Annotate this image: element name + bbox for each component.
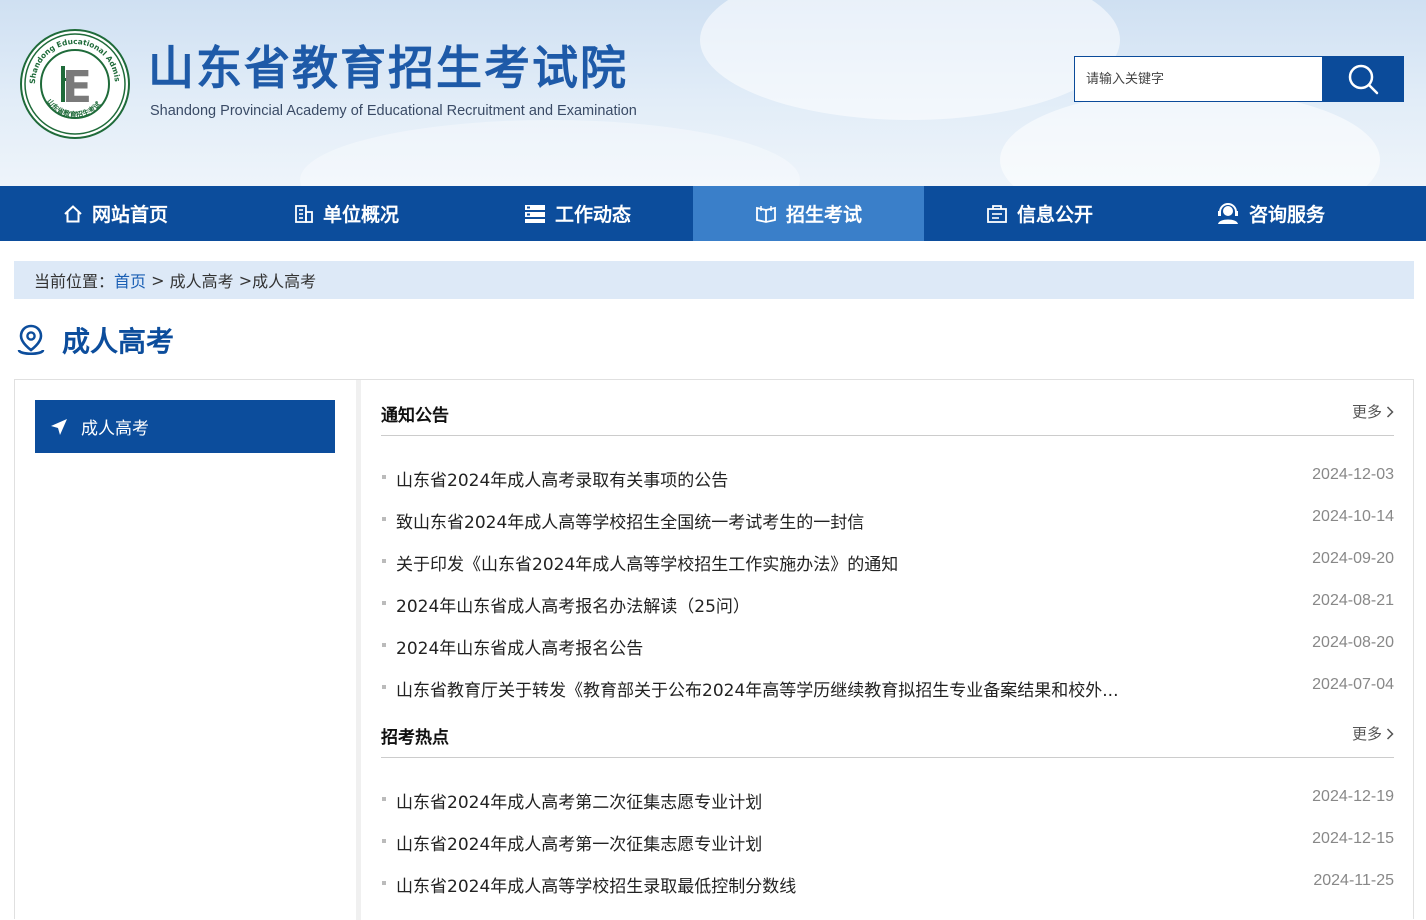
- list-item-title[interactable]: 2024年山东省成人高考报名办法解读（25问）: [396, 592, 750, 617]
- bullet-icon: [382, 475, 386, 479]
- list-item-title[interactable]: 山东省2024年成人高考录取有关事项的公告: [396, 466, 728, 491]
- book-icon: [756, 205, 776, 223]
- more-link[interactable]: 更多: [1352, 401, 1394, 422]
- bullet-icon: [382, 601, 386, 605]
- notice-block: 通知公告 更多 山东省2024年成人高考录取有关事项的公告 2024-12-03 …: [381, 380, 1394, 708]
- nav-item-about[interactable]: 单位概况: [231, 186, 462, 241]
- site-logo-emblem[interactable]: Shandong Educational Admission & Examina…: [15, 21, 131, 140]
- nav-item-label: 招生考试: [785, 204, 862, 226]
- more-link-label: 更多: [1351, 403, 1382, 421]
- site-header: Shandong Educational Admission & Examina…: [0, 0, 1426, 186]
- list-item-date: 2024-07-04: [1312, 676, 1394, 693]
- emblem-letter: E: [62, 62, 92, 113]
- list-item-date: 2024-08-20: [1312, 634, 1394, 651]
- send-arrow-icon: [51, 418, 67, 435]
- list-item[interactable]: 关于印发《山东省2024年成人高等学校招生工作实施办法》的通知 2024-09-2…: [381, 540, 1394, 582]
- nav-item-home[interactable]: 网站首页: [0, 186, 231, 241]
- list-item[interactable]: 2024年山东省成人高考报名办法解读（25问） 2024-08-21: [381, 582, 1394, 624]
- search-box: [1074, 56, 1404, 102]
- column-divider: [356, 380, 361, 920]
- bullet-icon: [382, 881, 386, 885]
- block-title: 招考热点: [381, 728, 449, 748]
- bullet-icon: [382, 685, 386, 689]
- more-link[interactable]: 更多: [1352, 723, 1394, 744]
- breadcrumb-prefix: 当前位置：: [34, 272, 115, 291]
- site-title[interactable]: 山东省教育招生考试院: [148, 40, 628, 96]
- breadcrumb-separator: >: [233, 270, 253, 290]
- location-pin-icon: [17, 324, 45, 356]
- block-title: 通知公告: [381, 406, 449, 426]
- search-button[interactable]: [1322, 56, 1403, 102]
- chevron-right-icon: [1386, 405, 1394, 418]
- list-item[interactable]: 致山东省2024年成人高等学校招生全国统一考试考生的一封信 2024-10-14: [381, 498, 1394, 540]
- nav-item-label: 信息公开: [1016, 204, 1093, 226]
- list-item-date: 2024-08-21: [1312, 592, 1394, 609]
- breadcrumb: 当前位置： 首页 > 成人高考 > 成人高考: [14, 261, 1414, 299]
- list-item-title[interactable]: 2024年山东省成人高考报名公告: [396, 634, 643, 659]
- list-item-date: 2024-12-03: [1312, 466, 1394, 483]
- header-cloud-decoration: [300, 120, 800, 186]
- bullet-icon: [382, 839, 386, 843]
- nav-item-consult[interactable]: 咨询服务: [1155, 186, 1386, 241]
- bullet-icon: [382, 643, 386, 647]
- bullet-icon: [382, 517, 386, 521]
- list-item-date: 2024-09-20: [1312, 550, 1394, 567]
- nav-item-label: 工作动态: [554, 204, 631, 226]
- home-icon: [64, 204, 82, 222]
- list-item-title[interactable]: 山东省教育厅关于转发《教育部关于公布2024年高等学历继续教育拟招生专业备案结果…: [396, 676, 1118, 701]
- support-icon: [1217, 202, 1238, 224]
- breadcrumb-home-link[interactable]: 首页: [114, 268, 146, 292]
- breadcrumb-separator: >: [146, 270, 170, 290]
- section-title: 成人高考: [62, 325, 175, 358]
- bullet-icon: [382, 559, 386, 563]
- list-item-title[interactable]: 致山东省2024年成人高等学校招生全国统一考试考生的一封信: [396, 508, 864, 533]
- main-nav: 网站首页 单位概况 工作动态 招生考试 信息公开 咨询服务: [0, 186, 1426, 241]
- more-link-label: 更多: [1351, 725, 1382, 743]
- search-input[interactable]: [1075, 57, 1323, 101]
- site-subtitle: Shandong Provincial Academy of Education…: [150, 103, 637, 119]
- header-cloud-decoration: [1000, 90, 1380, 186]
- block-header: 通知公告 更多: [381, 380, 1394, 436]
- list-item[interactable]: 2024年山东省成人高考报名公告 2024-08-20: [381, 624, 1394, 666]
- breadcrumb-level1-link[interactable]: 成人高考: [170, 268, 234, 292]
- search-icon: [1348, 64, 1378, 95]
- nav-item-info[interactable]: 信息公开: [924, 186, 1155, 241]
- building-icon: [295, 204, 313, 223]
- header-cloud-decoration: [700, 0, 1120, 120]
- sidebar-item-adult-exam[interactable]: 成人高考: [35, 400, 335, 453]
- list-item-date: 2024-10-14: [1312, 508, 1394, 525]
- hotspot-list: 山东省2024年成人高考第二次征集志愿专业计划 2024-12-19 山东省202…: [381, 758, 1394, 904]
- list-item-title[interactable]: 山东省2024年成人高等学校招生录取最低控制分数线: [396, 872, 796, 897]
- nav-item-label: 网站首页: [91, 204, 168, 226]
- breadcrumb-current: 成人高考: [252, 272, 317, 291]
- nav-item-news[interactable]: 工作动态: [462, 186, 693, 241]
- list-item-title[interactable]: 山东省2024年成人高考第二次征集志愿专业计划: [396, 788, 762, 813]
- list-item-date: 2024-12-19: [1312, 788, 1394, 805]
- hotspot-block: 招考热点 更多 山东省2024年成人高考第二次征集志愿专业计划 2024-12-1…: [381, 702, 1394, 904]
- news-icon: [524, 204, 545, 223]
- list-item[interactable]: 山东省2024年成人高等学校招生录取最低控制分数线 2024-11-25: [381, 862, 1394, 904]
- list-item[interactable]: 山东省2024年成人高考录取有关事项的公告 2024-12-03: [381, 456, 1394, 498]
- nav-item-exams[interactable]: 招生考试: [693, 186, 924, 241]
- block-header: 招考热点 更多: [381, 702, 1394, 758]
- nav-item-label: 单位概况: [322, 204, 399, 226]
- chevron-right-icon: [1386, 727, 1394, 740]
- list-item-title[interactable]: 关于印发《山东省2024年成人高等学校招生工作实施办法》的通知: [396, 550, 898, 575]
- info-box-icon: [987, 204, 1007, 223]
- content-frame: 成人高考 通知公告 更多 山东省2024年成人高考录取有关事项的公告 2024-1…: [14, 379, 1414, 920]
- list-item-date: 2024-11-25: [1313, 872, 1394, 889]
- list-item-title[interactable]: 山东省2024年成人高考第一次征集志愿专业计划: [396, 830, 762, 855]
- list-item[interactable]: 山东省2024年成人高考第一次征集志愿专业计划 2024-12-15: [381, 820, 1394, 862]
- nav-item-label: 咨询服务: [1248, 204, 1325, 226]
- section-heading: 成人高考: [16, 320, 174, 360]
- list-item[interactable]: 山东省2024年成人高考第二次征集志愿专业计划 2024-12-19: [381, 778, 1394, 820]
- list-item-date: 2024-12-15: [1312, 830, 1394, 847]
- bullet-icon: [382, 797, 386, 801]
- notice-list: 山东省2024年成人高考录取有关事项的公告 2024-12-03 致山东省2024…: [381, 436, 1394, 708]
- sidebar-item-label: 成人高考: [81, 419, 149, 439]
